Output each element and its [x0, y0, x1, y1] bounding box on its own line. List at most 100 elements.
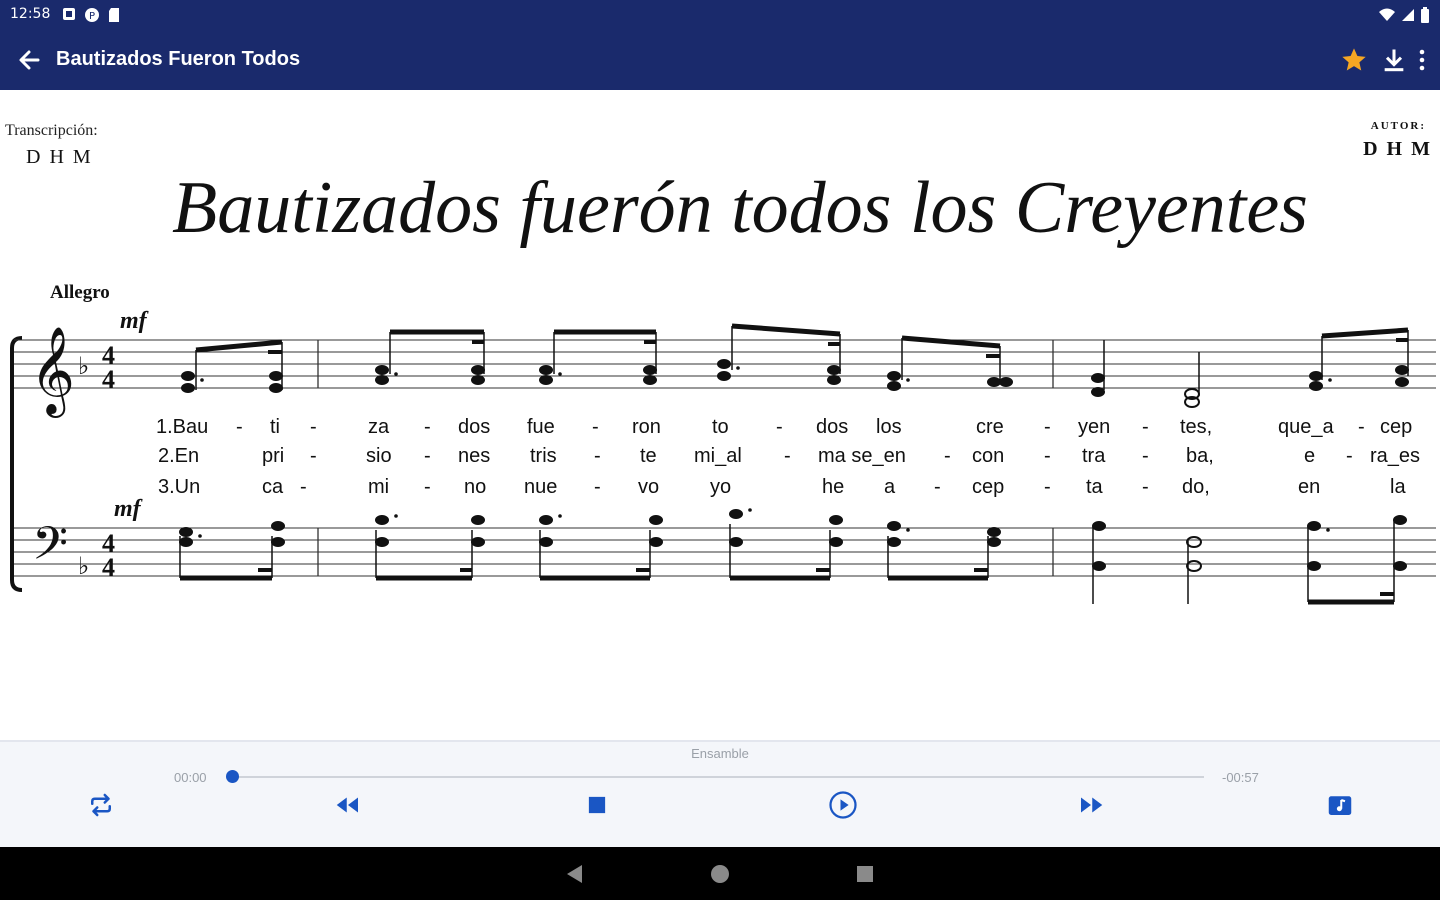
status-time: 12:58 [10, 6, 51, 22]
audio-player: Ensamble 00:00 -00:57 [0, 740, 1440, 847]
lyric-syllable: ca [262, 476, 284, 498]
play-circle-icon [829, 791, 857, 819]
lyric-syllable: que_a [1278, 416, 1334, 438]
lyric-syllable: ron [632, 416, 661, 438]
arrow-left-icon [19, 50, 40, 70]
lyric-syllable: con [972, 445, 1005, 467]
lyric-hyphen: - [424, 476, 431, 498]
lyric-syllable: do, [1182, 476, 1210, 498]
lyric-syllable: za [368, 416, 390, 438]
favorite-button[interactable] [1340, 46, 1368, 74]
lyric-hyphen: - [1346, 445, 1353, 467]
star-icon [1342, 48, 1366, 71]
lyric-syllable: a [884, 476, 896, 498]
lyric-hyphen: - [1044, 476, 1051, 498]
fast-forward-icon [1081, 797, 1103, 813]
lyric-syllable: dos [458, 416, 491, 438]
repeat-button[interactable] [86, 790, 116, 820]
play-button[interactable] [828, 790, 858, 820]
lyric-syllable: vo [638, 476, 660, 498]
back-button[interactable] [14, 46, 46, 74]
lyric-syllable: nue [524, 476, 558, 498]
fast-forward-button[interactable] [1076, 790, 1106, 820]
lyric-syllable: ra_es [1370, 445, 1421, 467]
stop-icon [588, 796, 606, 814]
square-recents-icon [857, 866, 873, 882]
time-remaining: -00:57 [1222, 770, 1259, 785]
lyric-hyphen: - [776, 416, 783, 438]
lyric-hyphen: - [300, 476, 307, 498]
repeat-icon [91, 793, 111, 817]
svg-text:♭: ♭ [78, 352, 89, 380]
lyric-syllable: ba, [1186, 445, 1214, 467]
svg-text:𝄢: 𝄢 [32, 517, 68, 582]
staff-system: 𝄞 𝄢 ♭ ♭ 4 4 4 4 [10, 323, 1436, 605]
lyric-syllable: he [822, 476, 845, 498]
fast-rewind-icon [336, 797, 358, 813]
lyric-syllable: mi_al [694, 445, 742, 467]
wifi-icon [1379, 8, 1395, 21]
nav-home-button[interactable] [707, 861, 733, 887]
lyric-hyphen: - [424, 445, 431, 467]
ensemble-label: Ensamble [691, 746, 749, 761]
lyric-hyphen: - [236, 416, 243, 438]
seek-thumb[interactable] [226, 770, 239, 783]
lyric-syllable: to [712, 416, 729, 438]
stop-button[interactable] [582, 790, 612, 820]
lyric-syllable: no [464, 476, 487, 498]
sd-card-icon [109, 8, 119, 22]
battery-icon [1421, 7, 1429, 23]
signal-icon [1402, 9, 1414, 21]
svg-text:♭: ♭ [78, 552, 89, 580]
lyric-hyphen: - [424, 416, 431, 438]
more-vert-icon [1419, 49, 1425, 71]
download-button[interactable] [1380, 46, 1408, 74]
lyric-syllable: cep [1380, 416, 1413, 438]
lyric-hyphen: - [1142, 445, 1149, 467]
lyric-syllable: 2.En [158, 445, 200, 467]
lyric-hyphen: - [934, 476, 941, 498]
lyric-hyphen: - [592, 416, 599, 438]
lyric-hyphen: - [594, 445, 601, 467]
lyric-syllable: yen [1078, 416, 1111, 438]
circle-home-icon [711, 865, 729, 883]
download-icon [1384, 49, 1404, 72]
lyric-syllable: ta [1086, 476, 1103, 498]
lyric-syllable: tra [1082, 445, 1106, 467]
lyric-syllable: ti [270, 416, 280, 438]
lyric-syllable: tris [530, 445, 557, 467]
notification-square-icon [63, 8, 75, 20]
svg-text:4: 4 [102, 553, 115, 582]
svg-text:𝄞: 𝄞 [30, 325, 75, 418]
lyric-syllable: te [640, 445, 657, 467]
rewind-button[interactable] [333, 790, 363, 820]
music-note-icon [1328, 796, 1352, 815]
lyric-hyphen: - [594, 476, 601, 498]
system-nav-bar [0, 847, 1440, 900]
lyric-syllable: fue [527, 416, 555, 438]
seek-bar[interactable] [232, 776, 1204, 778]
lyric-syllable: sio [366, 445, 392, 467]
notification-circle-icon: P [85, 8, 99, 22]
lyric-syllable: 3.Un [158, 476, 201, 498]
nav-back-button[interactable] [562, 861, 588, 887]
lyric-hyphen: - [1358, 416, 1365, 438]
lyric-syllable: 1.Bau [156, 416, 209, 438]
lyric-syllable: nes [458, 445, 491, 467]
lyric-hyphen: - [310, 445, 317, 467]
lyric-syllable: los [876, 416, 902, 438]
notification-icons: P [62, 7, 120, 23]
more-options-button[interactable] [1412, 46, 1432, 74]
nav-recents-button[interactable] [852, 861, 878, 887]
lyric-hyphen: - [1044, 416, 1051, 438]
lyric-hyphen: - [1044, 445, 1051, 467]
lyric-hyphen: - [1142, 476, 1149, 498]
lyric-syllable: cep [972, 476, 1005, 498]
lyric-syllable: e [1304, 445, 1316, 467]
music-library-button[interactable] [1325, 790, 1355, 820]
lyric-syllable: cre [976, 416, 1004, 438]
sheet-music: Transcripción: D H M AUTOR: D H M Bautiz… [0, 90, 1440, 740]
lyric-syllable: dos [816, 416, 849, 438]
app-bar: Bautizados Fueron Todos [0, 30, 1440, 90]
lyric-syllable: en [1298, 476, 1321, 498]
